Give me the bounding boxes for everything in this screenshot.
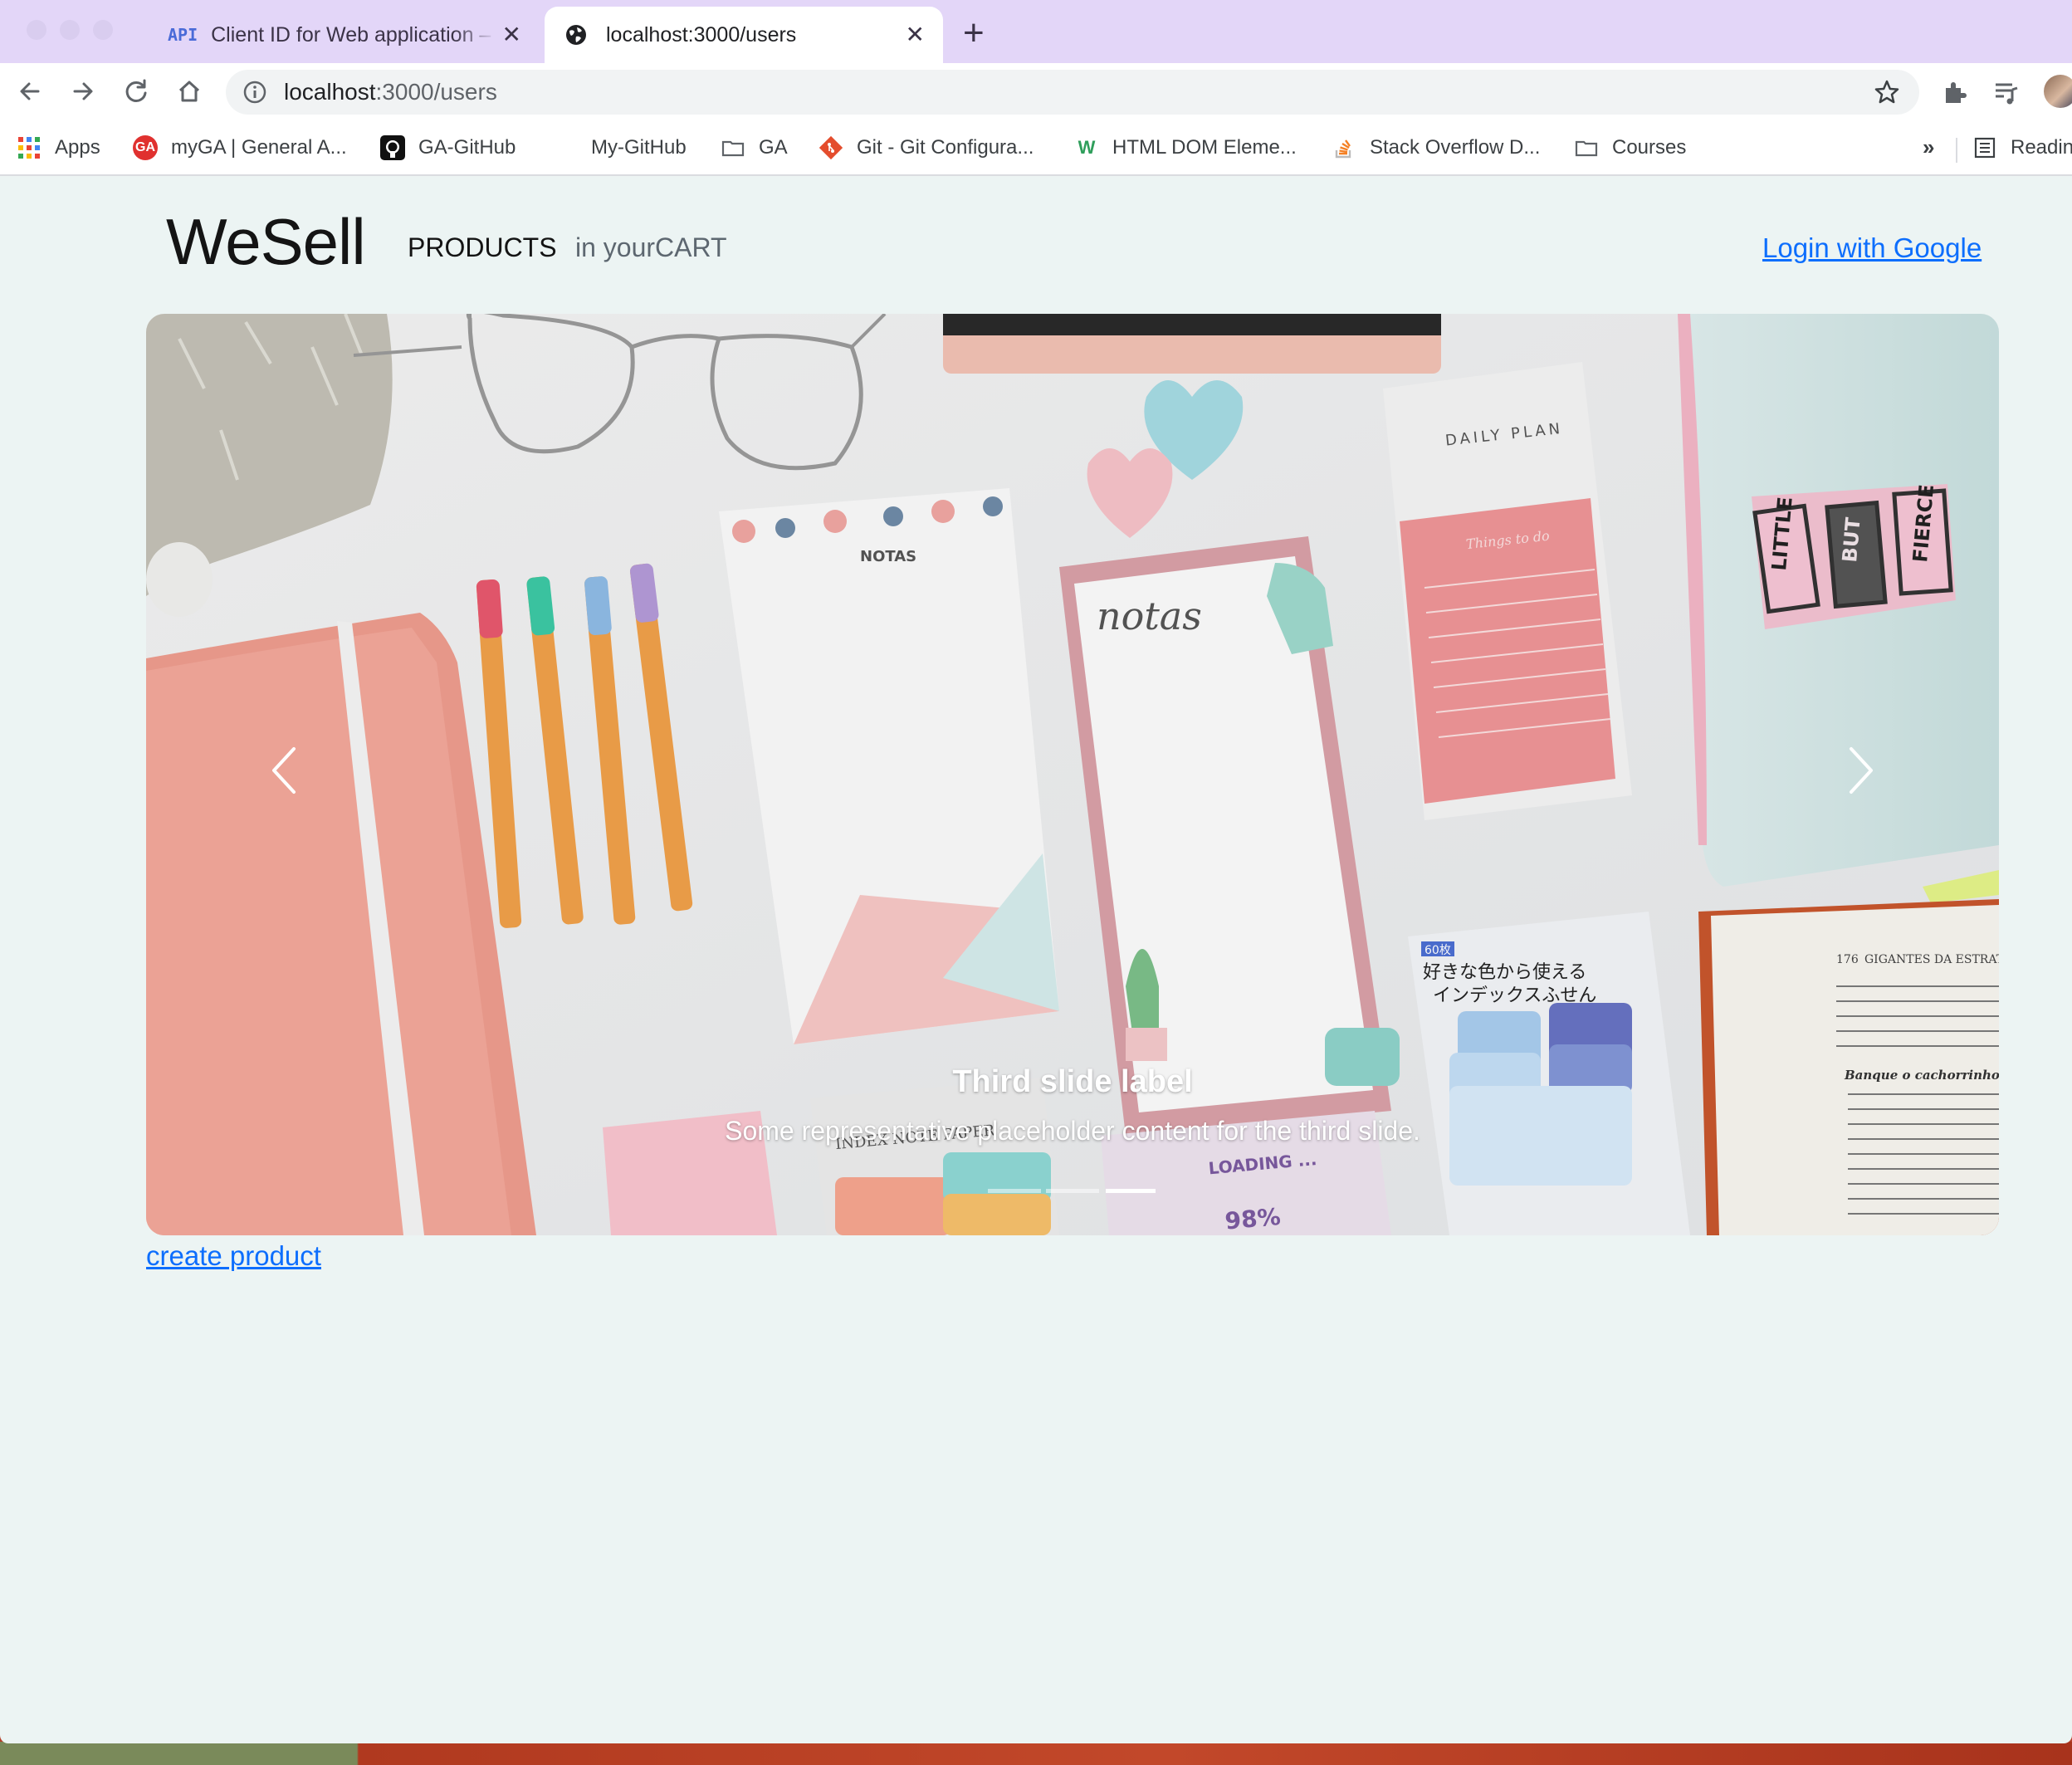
bookmark-myga[interactable]: GA myGA | General A... (133, 131, 347, 164)
bookmarks-bar: Apps GA myGA | General A... GA-GitHub My… (0, 120, 2072, 176)
tab-title: Client ID for Web application – (211, 22, 491, 46)
new-tab-button[interactable]: + (963, 15, 985, 51)
bookmark-courses[interactable]: Courses (1574, 131, 1686, 164)
address-bar[interactable]: localhost:3000/users (226, 70, 1919, 115)
bookmark-label: GA-GitHub (418, 136, 516, 159)
bookmark-label: Apps (55, 136, 100, 159)
close-tab-icon[interactable]: ✕ (906, 23, 925, 46)
bookmark-git-config[interactable]: Git - Git Configura... (819, 131, 1034, 164)
page-content: WeSell PRODUCTS in yourCART Login with G… (0, 176, 2072, 1743)
brand-logo[interactable]: WeSell (166, 204, 366, 280)
create-product-link[interactable]: create product (146, 1240, 321, 1272)
nav-link-cart[interactable]: in yourCART (575, 232, 727, 263)
profile-avatar[interactable] (2044, 75, 2072, 108)
bookmark-star-icon[interactable] (1873, 78, 1901, 106)
extensions-puzzle-icon[interactable] (1941, 78, 1969, 106)
window-zoom-dot[interactable] (93, 20, 113, 40)
bookmark-stack-overflow[interactable]: Stack Overflow D... (1332, 131, 1540, 164)
tab-localhost-users[interactable]: localhost:3000/users ✕ (545, 7, 943, 63)
bookmarks-divider (1956, 138, 1957, 163)
w3-icon: W (1078, 137, 1096, 158)
site-info-icon[interactable] (242, 80, 267, 105)
close-tab-icon[interactable]: ✕ (502, 23, 521, 46)
tab-title: localhost:3000/users (606, 22, 797, 46)
api-icon: API (168, 25, 198, 45)
folder-icon (721, 140, 745, 157)
window-close-dot[interactable] (27, 20, 46, 40)
browser-toolbar: localhost:3000/users (0, 63, 2072, 120)
desktop-background (0, 1742, 2072, 1765)
url-host: localhost (284, 79, 376, 105)
carousel-prev-chevron-icon[interactable] (259, 729, 309, 812)
carousel-caption-title: Third slide label (952, 1064, 1193, 1099)
bookmark-label: HTML DOM Eleme... (1112, 136, 1297, 159)
carousel-indicator-3[interactable] (1106, 1189, 1156, 1193)
bookmark-label: Readin (2011, 136, 2072, 159)
bookmark-apps[interactable]: Apps (17, 131, 100, 164)
tab-client-id[interactable]: API Client ID for Web application – ✕ (158, 7, 540, 63)
bookmark-ga-github[interactable]: GA-GitHub (380, 131, 516, 164)
bookmark-label: myGA | General A... (171, 136, 347, 159)
reload-icon[interactable] (121, 76, 151, 106)
bookmark-label: Courses (1612, 136, 1687, 159)
reading-list-icon (1974, 137, 1996, 159)
ga-icon: GA (133, 135, 158, 160)
bookmark-label: My-GitHub (591, 136, 687, 159)
bookmark-my-github[interactable]: My-GitHub (591, 131, 687, 164)
bookmark-label: GA (759, 136, 788, 159)
carousel-next-chevron-icon[interactable] (1836, 729, 1886, 812)
url-path: :3000/users (375, 79, 497, 105)
bookmark-ga-folder[interactable]: GA (721, 131, 788, 164)
media-queue-icon[interactable] (1992, 78, 2021, 106)
window-minimize-dot[interactable] (60, 20, 80, 40)
nav-link-products[interactable]: PRODUCTS (408, 232, 557, 263)
back-arrow-icon[interactable] (15, 76, 45, 106)
github-icon (380, 135, 405, 160)
forward-arrow-icon[interactable] (68, 76, 98, 106)
home-icon[interactable] (174, 76, 204, 106)
globe-icon (566, 25, 586, 45)
bookmark-html-dom[interactable]: W HTML DOM Eleme... (1074, 131, 1297, 164)
git-icon (819, 135, 843, 160)
stackoverflow-icon (1335, 139, 1351, 159)
bookmark-reading-list[interactable]: Readin (1972, 131, 2072, 164)
bookmark-label: Git - Git Configura... (857, 136, 1034, 159)
browser-window: API Client ID for Web application – ✕ lo… (0, 0, 2072, 1743)
tab-strip: API Client ID for Web application – ✕ lo… (0, 0, 2072, 63)
login-with-google-link[interactable]: Login with Google (1762, 232, 1982, 264)
apps-grid-icon (18, 137, 40, 159)
bookmark-label: Stack Overflow D... (1370, 136, 1541, 159)
carousel-caption-text: Some representative placeholder content … (725, 1116, 1420, 1146)
more-bookmarks-button[interactable]: » (1923, 134, 1934, 160)
product-carousel: NOTAS notas DAILY PLAN Things to do (146, 314, 1999, 1235)
carousel-indicator-1[interactable] (988, 1189, 1041, 1193)
folder-icon (1575, 140, 1598, 157)
carousel-indicator-2[interactable] (1046, 1189, 1099, 1193)
